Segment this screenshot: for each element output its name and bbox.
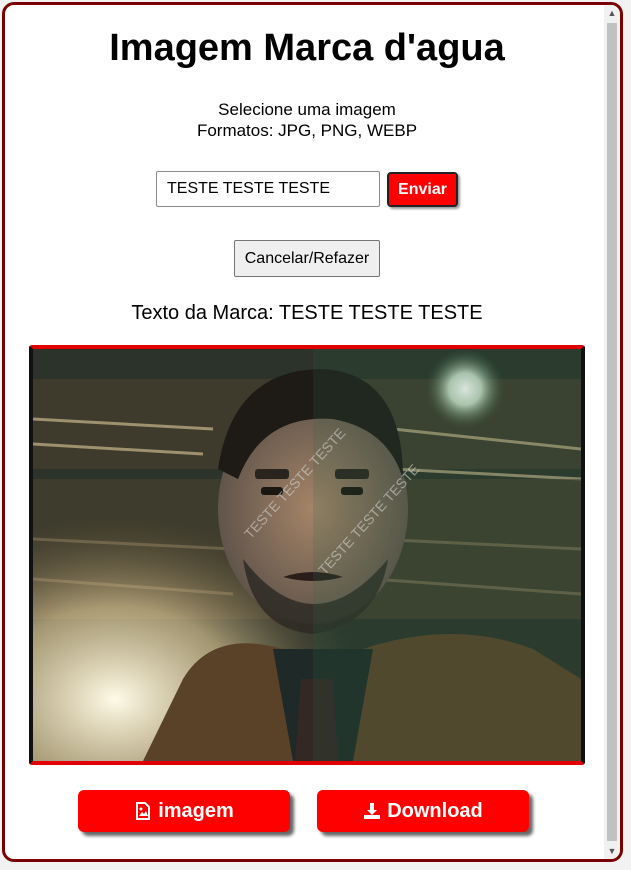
image-file-icon [136, 802, 151, 820]
photo-illustration [33, 349, 581, 761]
image-button[interactable]: imagem [78, 790, 290, 832]
scroll-down-arrow-icon[interactable]: ▼ [604, 843, 620, 859]
download-button[interactable]: Download [317, 790, 529, 832]
main-content: Imagem Marca d'agua Selecione uma imagem… [5, 5, 609, 859]
scrollbar-thumb[interactable] [607, 23, 617, 841]
mark-text-label: Texto da Marca: TESTE TESTE TESTE [131, 302, 483, 324]
download-button-label: Download [387, 799, 483, 822]
instruction-select: Selecione uma imagem [218, 100, 396, 119]
instruction-formats: Formatos: JPG, PNG, WEBP [196, 121, 418, 140]
image-button-label: imagem [158, 799, 234, 822]
instructions: Selecione uma imagem Formatos: JPG, PNG,… [5, 99, 609, 141]
page-title: Imagem Marca d'agua [109, 27, 505, 69]
app-frame: Imagem Marca d'agua Selecione uma imagem… [2, 2, 623, 862]
watermarked-image-preview: TESTE TESTE TESTE TESTE TESTE TESTE [29, 345, 585, 765]
send-button[interactable]: Enviar [387, 172, 458, 207]
scroll-up-arrow-icon[interactable]: ▲ [604, 5, 620, 21]
watermark-text-input[interactable] [156, 171, 380, 207]
download-icon [364, 803, 381, 819]
cancel-redo-button[interactable]: Cancelar/Refazer [234, 240, 380, 277]
vertical-scrollbar[interactable]: ▲ ▼ [604, 5, 620, 859]
